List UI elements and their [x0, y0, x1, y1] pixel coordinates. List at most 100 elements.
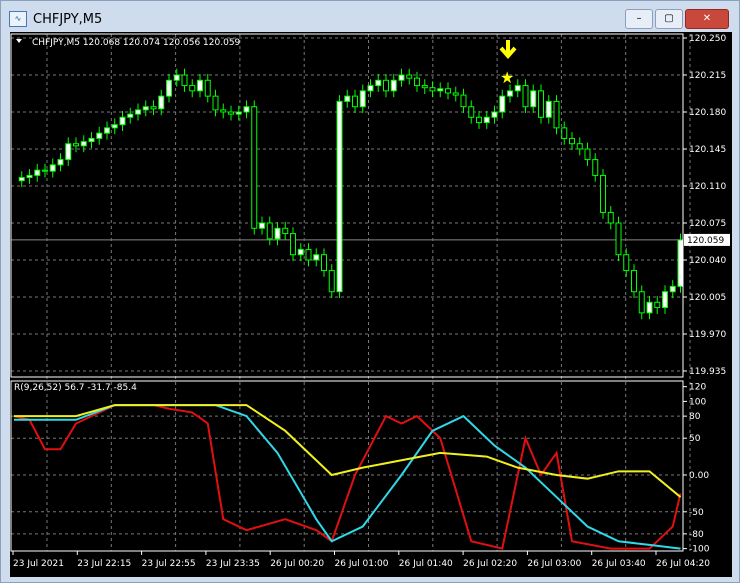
candle-body [669, 285, 676, 293]
indicator-header: R(9,26,52) 56.7 -31.7 -85.4 [14, 383, 137, 393]
chart-window-icon: ∿ [9, 11, 27, 27]
candle-body [390, 79, 397, 92]
candle-body [522, 85, 529, 108]
candle-body [336, 100, 343, 293]
candle-body [290, 233, 296, 256]
candle-body [352, 95, 358, 108]
indicator-label: -80 [689, 530, 704, 540]
candle-body [483, 116, 490, 124]
time-label: 26 Jul 01:40 [399, 559, 453, 569]
candle-body [507, 90, 513, 97]
candle-body [111, 124, 118, 129]
candle-body [274, 227, 281, 240]
price-label: 120.215 [689, 71, 726, 81]
current-price-label: 120.059 [687, 236, 724, 246]
price-pane-frame [10, 33, 684, 378]
candle-body [638, 291, 645, 314]
price-chart[interactable]: ★ CHFJPY,M5 120.068 120.074 120.056 120.… [10, 32, 732, 577]
price-label: 120.180 [689, 108, 726, 118]
candle-body [662, 291, 668, 309]
indicator-label: 0.00 [689, 471, 709, 481]
candle-body [359, 90, 366, 108]
candle-body [243, 106, 250, 113]
candle-body [623, 254, 630, 272]
candle-body [321, 254, 327, 272]
candle-body [383, 79, 389, 92]
collapse-triangle-icon[interactable] [16, 39, 22, 43]
candle-body [65, 143, 72, 161]
time-label: 26 Jul 01:00 [335, 559, 389, 569]
star-icon: ★ [500, 68, 514, 87]
candle-body [654, 301, 661, 309]
maximize-button[interactable]: ▢ [655, 9, 683, 29]
candle-body [251, 106, 258, 229]
candle-body [80, 141, 87, 147]
candle-body [476, 116, 482, 124]
candle-body [135, 109, 141, 115]
candle-body [398, 74, 405, 81]
time-label: 26 Jul 04:20 [656, 559, 710, 569]
candle-body [235, 111, 242, 115]
candle-body [104, 127, 110, 134]
candle-body [437, 88, 444, 92]
candle-body [414, 77, 420, 87]
candle-body [584, 148, 591, 161]
candle-body [499, 95, 506, 113]
candle-body [677, 239, 684, 287]
price-label: 120.005 [689, 293, 726, 303]
candle-body [607, 211, 614, 224]
candle-body [26, 174, 33, 179]
candle-body [553, 100, 560, 129]
time-label: 26 Jul 00:20 [270, 559, 324, 569]
candle-body [460, 94, 467, 108]
candle-body [592, 159, 599, 176]
candle-body [406, 74, 413, 79]
chart-header: CHFJPY,M5 120.068 120.074 120.056 120.05… [32, 38, 241, 48]
indicator-label: -100 [689, 545, 710, 555]
price-label: 120.145 [689, 145, 726, 155]
candle-body [344, 95, 351, 102]
chart-window: ∿ CHFJPY,M5 – ▢ ✕ ★ CHFJPY,M5 120.068 12… [0, 0, 740, 583]
price-label: 120.110 [689, 182, 726, 192]
down-arrow-icon [499, 40, 517, 60]
minimize-button[interactable]: – [625, 9, 653, 29]
time-label: 26 Jul 03:00 [527, 559, 581, 569]
candle-body [561, 127, 568, 139]
candle-body [576, 143, 583, 150]
price-label: 119.935 [689, 367, 726, 377]
candle-body [631, 270, 637, 293]
time-label: 23 Jul 22:15 [77, 559, 131, 569]
candle-body [530, 90, 537, 108]
close-button[interactable]: ✕ [685, 9, 729, 29]
candle-body [282, 227, 289, 235]
candle-body [367, 85, 374, 92]
candle-body [445, 88, 451, 94]
candle-body [173, 74, 180, 81]
candle-body [127, 113, 134, 118]
candle-body [166, 79, 172, 97]
price-label: 119.970 [689, 330, 726, 340]
candle-body [297, 248, 304, 256]
time-label: 26 Jul 03:40 [592, 559, 646, 569]
candle-body [600, 174, 606, 213]
indicator-label: 120 [689, 383, 706, 393]
candle-body [158, 95, 165, 110]
candle-body [181, 74, 188, 87]
candle-body [142, 106, 149, 111]
candle-body [375, 79, 382, 87]
candle-body [646, 301, 653, 314]
candle-body [545, 100, 552, 118]
time-label: 26 Jul 02:20 [463, 559, 517, 569]
indicator-label: 50 [689, 434, 701, 444]
candle-body [189, 85, 196, 92]
title-bar: ∿ CHFJPY,M5 [9, 8, 102, 30]
indicator-line-cyan [14, 404, 681, 550]
candle-body [220, 109, 227, 113]
time-label: 23 Jul 22:55 [142, 559, 196, 569]
candle-body [538, 90, 544, 118]
candle-body [429, 87, 436, 92]
candle-body [49, 164, 56, 172]
candle-body [305, 248, 312, 261]
time-label: 23 Jul 23:35 [206, 559, 260, 569]
candle-body [468, 106, 475, 118]
